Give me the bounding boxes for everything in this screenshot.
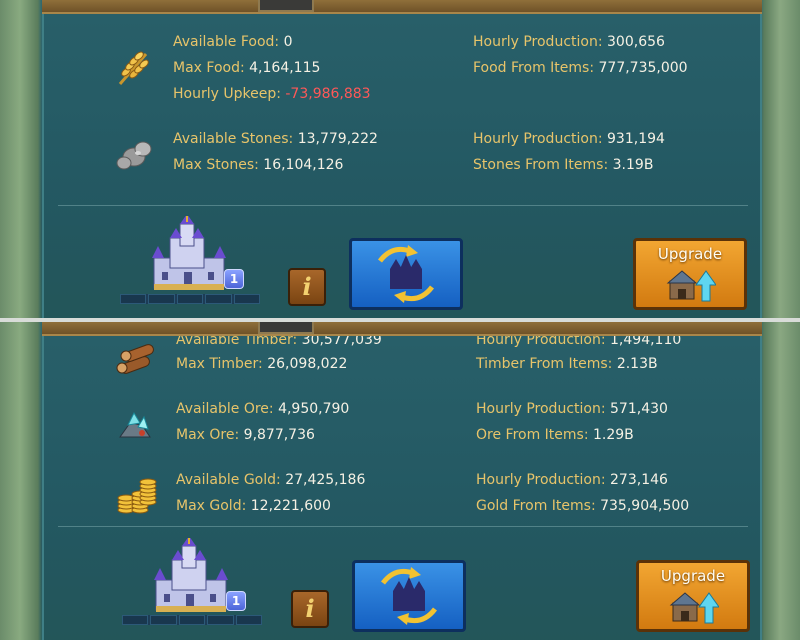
stones-available-value: 13,779,222 [297, 131, 378, 147]
food-items-value: 777,735,000 [598, 60, 688, 76]
timber-items-label: Timber From Items: [476, 356, 613, 372]
divider [58, 205, 748, 206]
ore-max: Max Ore: 9,877,736 [176, 427, 315, 443]
stones-items: Stones From Items: 3.19B [473, 157, 653, 173]
gold-max: Max Gold: 12,221,600 [176, 498, 331, 514]
ore-available-value: 4,950,790 [278, 401, 350, 417]
gold-hourly: Hourly Production: 273,146 [476, 472, 668, 488]
ore-icon [114, 403, 160, 449]
food-available-value: 0 [283, 34, 293, 50]
timber-max-label: Max Timber: [176, 356, 263, 372]
stones-available-label: Available Stones: [173, 131, 294, 147]
ore-max-value: 9,877,736 [243, 427, 315, 443]
gold-hourly-value: 273,146 [610, 472, 668, 488]
food-available: Available Food: 0 [173, 34, 292, 50]
food-max: Max Food: 4,164,115 [173, 60, 320, 76]
ore-available: Available Ore: 4,950,790 [176, 401, 349, 417]
food-hourly-value: 300,656 [607, 34, 665, 50]
gold-items-value: 735,904,500 [600, 498, 690, 514]
timber-max-value: 26,098,022 [267, 356, 348, 372]
level-progress-bar [120, 294, 261, 304]
castle-swap-icon [381, 567, 437, 625]
food-upkeep-label: Hourly Upkeep: [173, 86, 281, 102]
gold-hourly-label: Hourly Production: [476, 472, 606, 488]
upgrade-button[interactable]: Upgrade [636, 560, 750, 632]
stones-max: Max Stones: 16,104,126 [173, 157, 343, 173]
ore-items-label: Ore From Items: [476, 427, 589, 443]
upgrade-label: Upgrade [660, 567, 726, 585]
gold-coins-icon [114, 472, 160, 518]
food-upkeep-value: -73,986,883 [285, 86, 371, 102]
stones-icon [112, 133, 158, 179]
gold-available-value: 27,425,186 [285, 472, 366, 488]
panel-tab-notch-overlay [258, 322, 314, 334]
food-hourly: Hourly Production: 300,656 [473, 34, 665, 50]
timber-items-value: 2.13B [616, 356, 658, 372]
upgrade-label: Upgrade [657, 245, 723, 263]
ore-items-value: 1.29B [593, 427, 634, 443]
ore-hourly: Hourly Production: 571,430 [476, 401, 668, 417]
food-max-label: Max Food: [173, 60, 245, 76]
castle-icon [142, 536, 238, 618]
castle-swap-icon [378, 245, 434, 303]
resources-panel-bottom: Available Timber: 30,577,039 Max Timber:… [0, 322, 800, 640]
stones-hourly: Hourly Production: 931,194 [473, 131, 665, 147]
upgrade-building-icon [669, 592, 719, 624]
castle-level-badge: 1 [226, 591, 246, 611]
ore-available-label: Available Ore: [176, 401, 274, 417]
castle-icon [140, 214, 236, 296]
switch-castle-button[interactable] [349, 238, 463, 310]
panel-top-frame [42, 0, 762, 14]
food-items-label: Food From Items: [473, 60, 595, 76]
gold-items-label: Gold From Items: [476, 498, 596, 514]
stones-items-value: 3.19B [612, 157, 654, 173]
food-items: Food From Items: 777,735,000 [473, 60, 688, 76]
stones-max-value: 16,104,126 [263, 157, 344, 173]
ore-max-label: Max Ore: [176, 427, 240, 443]
stones-hourly-value: 931,194 [607, 131, 665, 147]
panel-top-frame-overlay [42, 322, 762, 336]
upgrade-button[interactable]: Upgrade [633, 238, 747, 310]
castle-level-badge: 1 [224, 269, 244, 289]
stones-max-label: Max Stones: [173, 157, 259, 173]
timber-icon [114, 334, 160, 380]
info-button[interactable]: i [288, 268, 326, 306]
wheat-icon [112, 44, 158, 90]
resources-panel-top: Available Food: 0 Max Food: 4,164,115 Ho… [0, 0, 800, 318]
gold-available: Available Gold: 27,425,186 [176, 472, 365, 488]
food-available-label: Available Food: [173, 34, 280, 50]
gold-max-value: 12,221,600 [250, 498, 331, 514]
panel-tab-notch [258, 0, 314, 12]
level-progress-bar [122, 615, 263, 625]
food-hourly-label: Hourly Production: [473, 34, 603, 50]
upgrade-building-icon [666, 270, 716, 302]
food-max-value: 4,164,115 [249, 60, 321, 76]
timber-items: Timber From Items: 2.13B [476, 356, 658, 372]
gold-items: Gold From Items: 735,904,500 [476, 498, 689, 514]
timber-max: Max Timber: 26,098,022 [176, 356, 347, 372]
stones-items-label: Stones From Items: [473, 157, 609, 173]
ore-items: Ore From Items: 1.29B [476, 427, 634, 443]
divider [58, 526, 748, 527]
food-upkeep: Hourly Upkeep: -73,986,883 [173, 86, 371, 102]
ore-hourly-label: Hourly Production: [476, 401, 606, 417]
stones-available: Available Stones: 13,779,222 [173, 131, 378, 147]
stones-hourly-label: Hourly Production: [473, 131, 603, 147]
gold-max-label: Max Gold: [176, 498, 247, 514]
switch-castle-button[interactable] [352, 560, 466, 632]
info-button[interactable]: i [291, 590, 329, 628]
gold-available-label: Available Gold: [176, 472, 281, 488]
ore-hourly-value: 571,430 [610, 401, 668, 417]
